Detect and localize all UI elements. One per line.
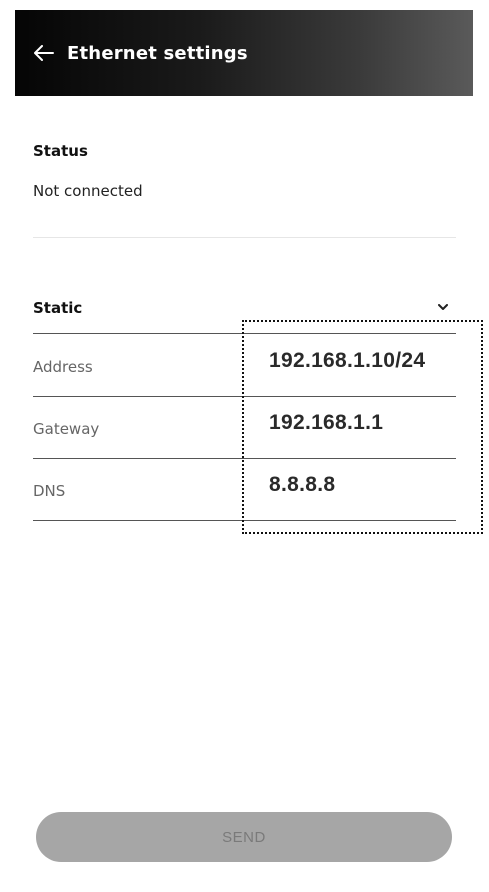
app-header: Ethernet settings [15,10,473,96]
status-heading: Status [33,142,88,160]
dns-label: DNS [33,482,66,500]
address-field[interactable]: 192.168.1.10/24 [269,349,425,373]
gateway-label: Gateway [33,420,100,438]
arrow-left-icon[interactable] [33,42,55,64]
ethernet-settings-screen: Ethernet settings Status Not connected S… [15,0,473,892]
status-value: Not connected [33,182,143,200]
ip-mode-label: Static [33,298,83,317]
address-label: Address [33,358,93,376]
gateway-field[interactable]: 192.168.1.1 [269,411,383,435]
page: Ethernet settings Status Not connected S… [0,0,489,892]
dns-field[interactable]: 8.8.8.8 [269,473,335,497]
send-button[interactable]: SEND [36,812,452,862]
gateway-row: Gateway 192.168.1.1 [33,397,456,459]
section-divider [33,237,456,238]
address-row: Address 192.168.1.10/24 [33,335,456,397]
chevron-down-icon [436,301,450,315]
page-title: Ethernet settings [67,42,248,64]
ip-mode-dropdown[interactable]: Static [33,282,456,334]
dns-row: DNS 8.8.8.8 [33,459,456,521]
